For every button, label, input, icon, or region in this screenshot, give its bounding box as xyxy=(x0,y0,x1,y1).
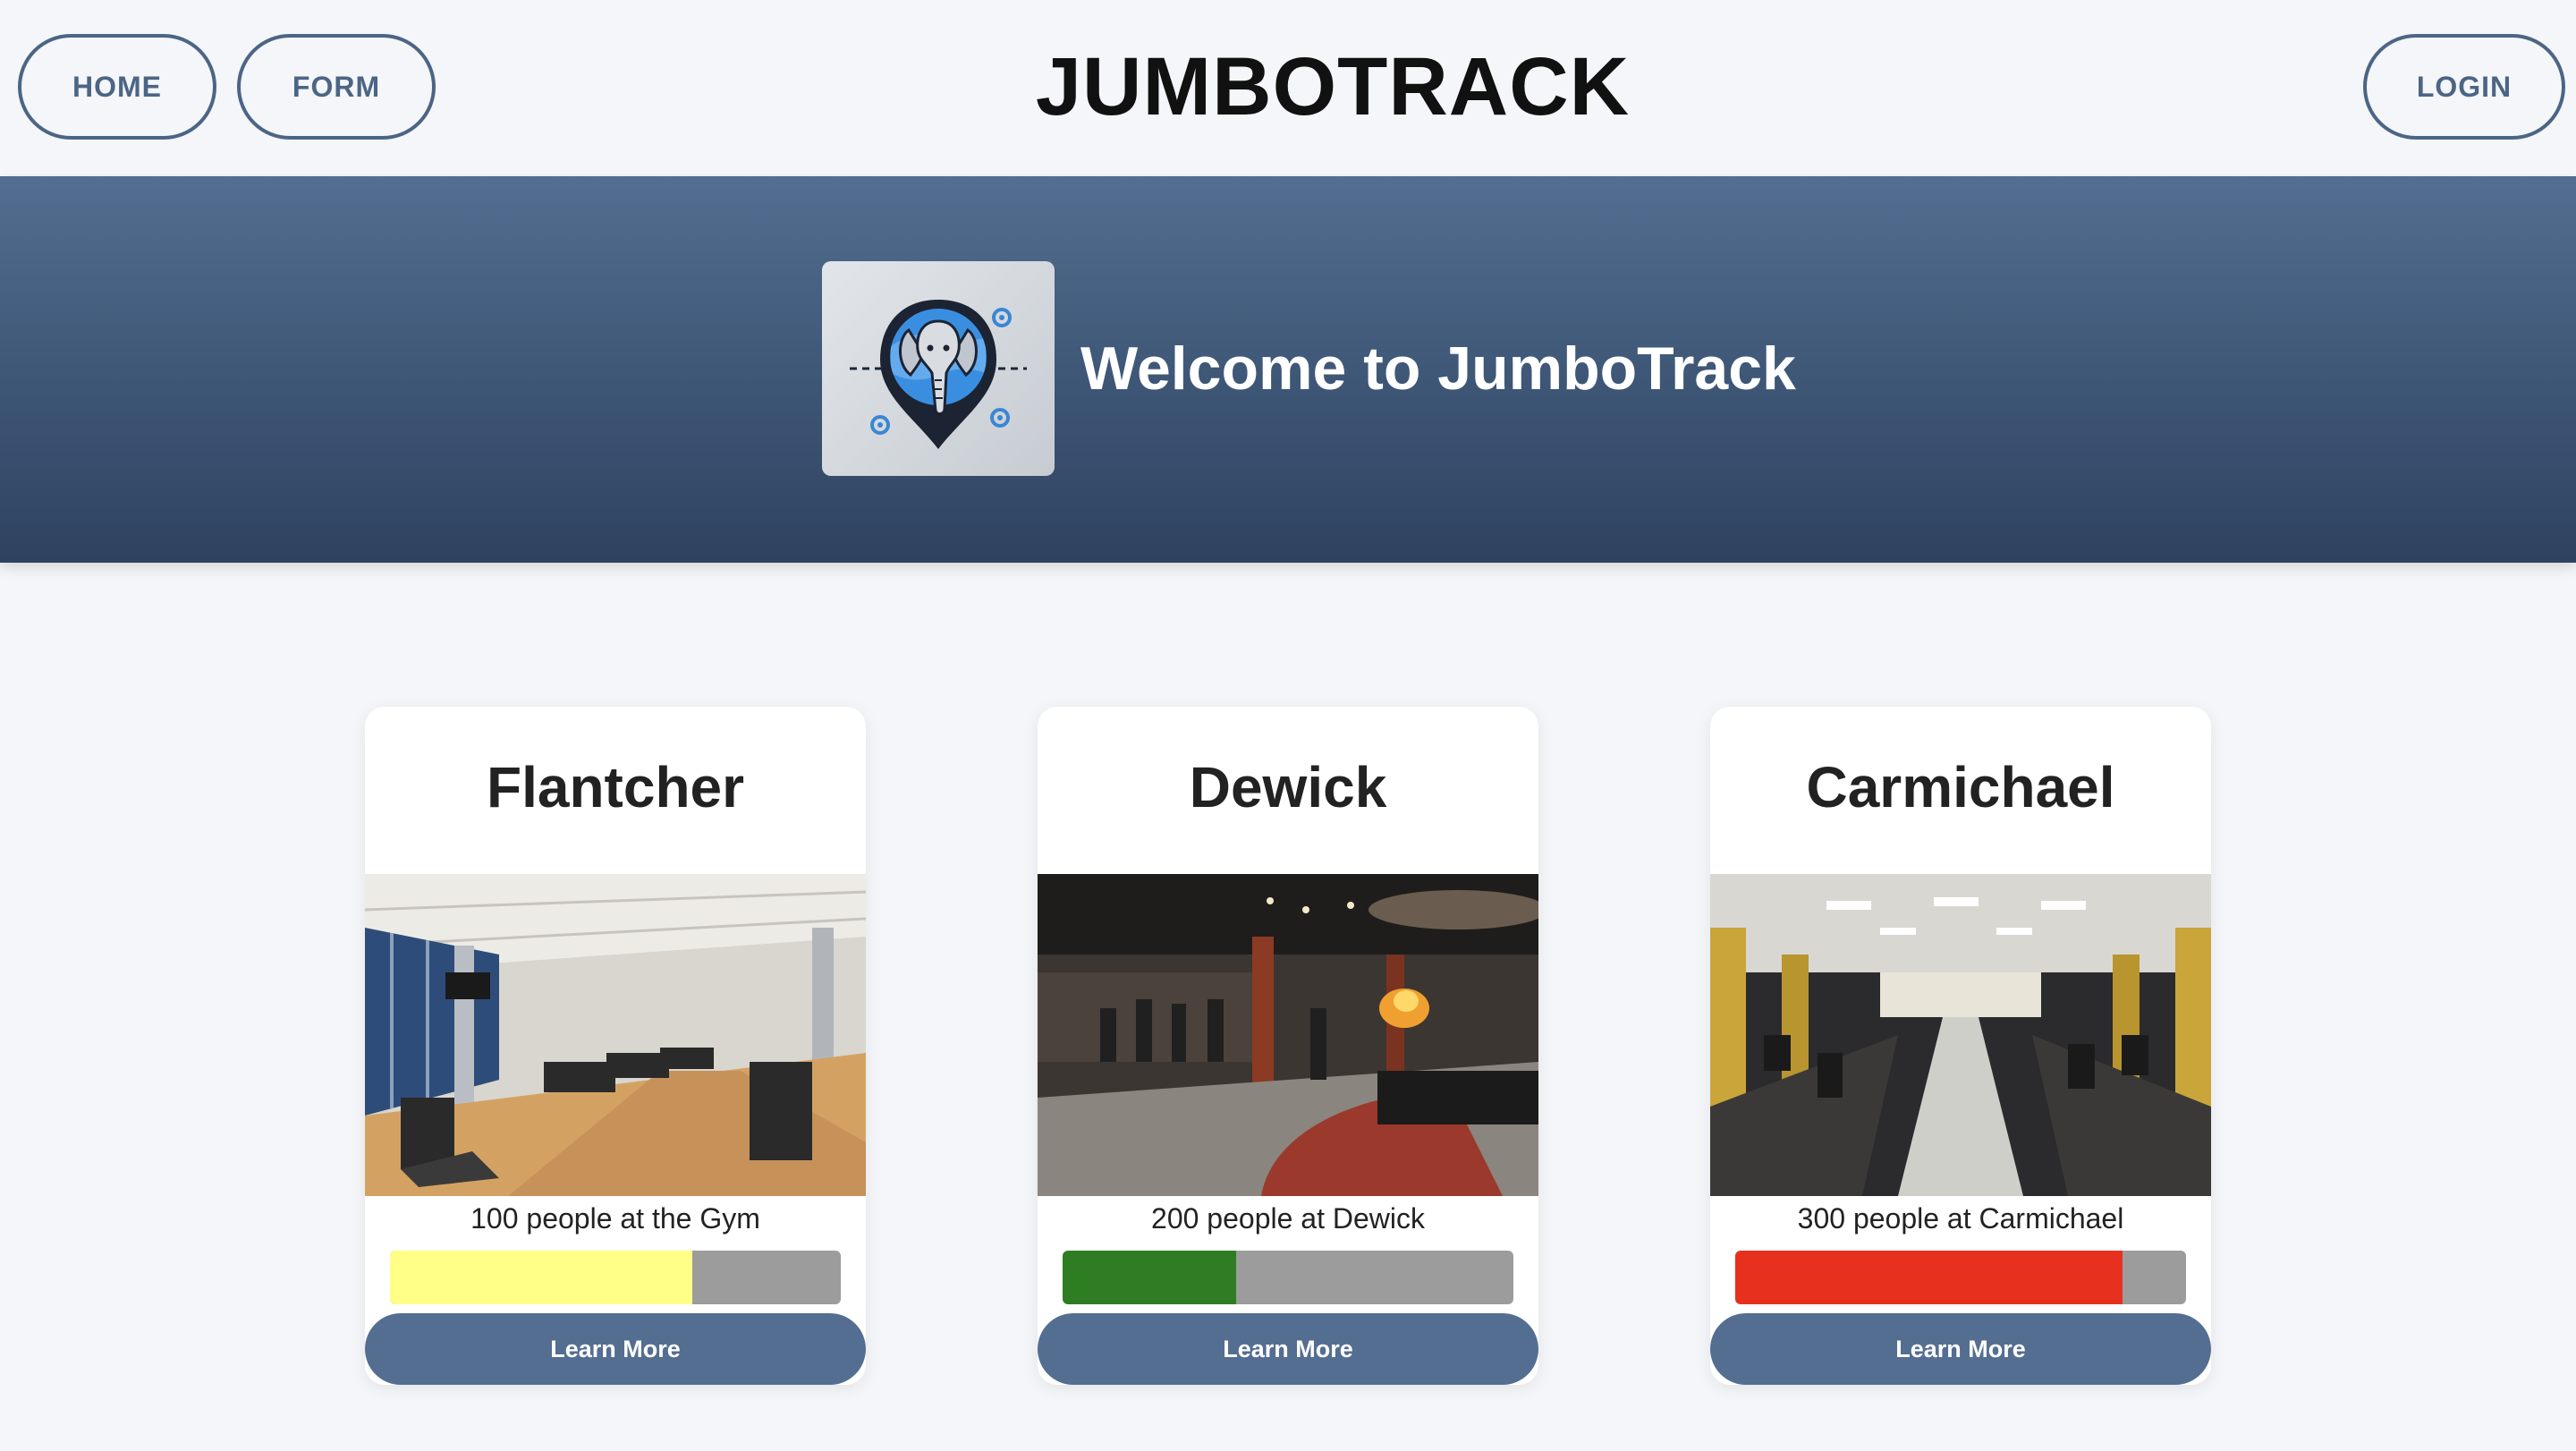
occupancy-text: 100 people at the Gym xyxy=(470,1202,760,1235)
location-card-flantcher: Flantcher 100 people at the Gym Learn Mo… xyxy=(365,707,866,1385)
dining-hall-photo xyxy=(1038,874,1538,1196)
occupancy-text: 200 people at Dewick xyxy=(1151,1202,1425,1235)
hero-title: Welcome to JumboTrack xyxy=(1080,335,1796,403)
occupancy-meter-fill xyxy=(1735,1251,2123,1304)
occupancy-meter xyxy=(1735,1251,2186,1304)
location-card-carmichael: Carmichael 300 people at Carmichael Lear… xyxy=(1710,707,2211,1385)
logo xyxy=(822,261,1055,476)
site-title: JUMBOTRACK xyxy=(1035,41,1631,132)
occupancy-meter-fill xyxy=(1063,1251,1237,1304)
occupancy-meter xyxy=(1063,1251,1513,1304)
occupancy-text: 300 people at Carmichael xyxy=(1797,1202,2124,1235)
learn-more-button[interactable]: Learn More xyxy=(365,1313,866,1385)
location-card-dewick: Dewick 200 people at Dewick Learn More xyxy=(1038,707,1538,1385)
hero-banner: Welcome to JumboTrack xyxy=(0,176,2576,563)
card-title: Carmichael xyxy=(1806,755,2115,819)
elephant-location-pin-icon xyxy=(850,300,1027,449)
gym-interior-photo xyxy=(365,874,866,1196)
learn-more-button[interactable]: Learn More xyxy=(1038,1313,1538,1385)
carmichael-dining-photo xyxy=(1710,874,2211,1196)
card-title: Flantcher xyxy=(486,755,745,819)
card-title: Dewick xyxy=(1189,755,1387,819)
login-button[interactable]: LOGIN xyxy=(2363,34,2565,140)
occupancy-meter xyxy=(390,1251,841,1304)
learn-more-button[interactable]: Learn More xyxy=(1710,1313,2211,1385)
occupancy-meter-fill xyxy=(390,1251,692,1304)
top-nav: HOME FORM JUMBOTRACK LOGIN xyxy=(0,0,2576,176)
